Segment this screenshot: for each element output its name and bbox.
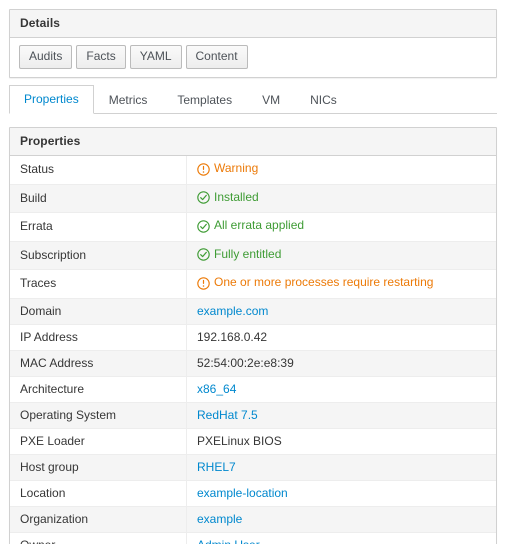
property-key: Build [10,184,187,213]
property-value-cell: Fully entitled [186,241,496,270]
properties-table: Status Warning Build Installed Errata All err… [10,156,496,544]
property-value-cell: Warning [186,156,496,185]
status-label: Fully entitled [214,246,282,261]
status-label: All errata applied [214,218,305,232]
property-value-cell: RedHat 7.5 [186,402,496,429]
property-value-cell: Installed [186,184,496,213]
table-row: Operating System RedHat 7.5 [10,402,496,429]
exclamation-circle-icon [197,276,210,290]
table-row: Subscription Fully entitled [10,241,496,270]
table-row: Domain example.com [10,298,496,325]
status-badge: One or more processes require restarting [197,274,433,290]
status-badge: All errata applied [197,217,304,233]
property-link[interactable]: example [197,512,242,526]
table-row: Organization example [10,506,496,533]
property-link[interactable]: RedHat 7.5 [197,408,258,422]
property-value-cell: All errata applied [186,212,496,242]
detail-tabs: Properties Metrics Templates VM NICs [9,85,497,114]
table-row: Architecture x86_64 [10,376,496,403]
details-panel-body: Audits Facts YAML Content [10,38,496,77]
table-row: Location example-location [10,480,496,507]
table-row: Host group RHEL7 [10,454,496,481]
table-row: MAC Address 52:54:00:2e:e8:39 [10,350,496,377]
property-key: Domain [10,298,187,325]
property-value: 52:54:00:2e:e8:39 [197,355,294,370]
property-key: IP Address [10,324,187,351]
property-link[interactable]: example.com [197,304,268,318]
table-row: Traces One or more processes require rest… [10,269,496,299]
property-value-cell: example.com [186,298,496,325]
status-badge: Installed [197,189,259,205]
page-root: Details Audits Facts YAML Content Proper… [0,0,506,544]
exclamation-circle-icon [197,162,210,176]
property-value-cell: PXELinux BIOS [186,428,496,455]
property-value-cell: Admin User [187,532,497,544]
property-value-cell: example [186,506,496,533]
property-key: Status [10,156,187,185]
property-key: Operating System [10,402,187,429]
properties-panel: Properties Status Warning Build Installed Er… [9,127,497,544]
property-link[interactable]: RHEL7 [197,460,236,474]
property-key: Host group [10,454,187,481]
table-row: Errata All errata applied [10,212,496,242]
property-value-cell: 52:54:00:2e:e8:39 [186,350,496,377]
property-key: Subscription [10,241,187,270]
status-label: Warning [214,161,259,175]
status-label: Installed [214,189,259,204]
facts-button[interactable]: Facts [76,45,126,69]
tab-properties[interactable]: Properties [9,85,94,114]
tab-templates[interactable]: Templates [162,86,247,114]
property-value-cell: x86_64 [186,376,496,403]
property-value-cell: RHEL7 [186,454,496,481]
yaml-button[interactable]: YAML [129,45,182,69]
content-button[interactable]: Content [185,45,248,69]
details-action-button-group: Audits Facts YAML Content [19,45,487,69]
property-key: MAC Address [10,350,187,377]
table-row: Build Installed [10,184,496,213]
property-value: 192.168.0.42 [197,329,268,344]
property-value-cell: example-location [186,480,496,507]
table-row: Owner Admin User [10,532,496,544]
check-circle-icon [197,219,210,233]
tab-vm[interactable]: VM [247,86,295,114]
property-value: PXELinux BIOS [197,433,282,448]
property-link[interactable]: x86_64 [197,382,236,396]
property-value-cell: One or more processes require restarting [186,269,496,299]
tab-nics[interactable]: NICs [295,86,352,114]
property-key: Traces [10,269,187,299]
status-badge: Warning [197,160,258,176]
details-panel: Details Audits Facts YAML Content [9,9,497,78]
property-link[interactable]: Admin User [197,538,260,544]
details-panel-header: Details [10,10,496,38]
property-key: Errata [10,212,187,242]
details-panel-title: Details [20,16,61,30]
table-row: IP Address 192.168.0.42 [10,324,496,351]
audits-button[interactable]: Audits [19,45,73,69]
properties-panel-title: Properties [20,134,81,148]
table-row: PXE Loader PXELinux BIOS [10,428,496,455]
properties-panel-header: Properties [10,128,496,156]
status-badge: Fully entitled [197,246,281,262]
check-circle-icon [197,191,210,204]
property-key: Location [10,480,187,507]
tab-metrics[interactable]: Metrics [94,86,163,114]
property-value-cell: 192.168.0.42 [186,324,496,351]
property-key: PXE Loader [10,428,187,455]
property-link[interactable]: example-location [197,486,288,500]
check-circle-icon [197,248,210,261]
status-label: One or more processes require restarting [214,275,434,289]
table-row: Status Warning [10,156,496,185]
property-key: Owner [10,532,187,544]
property-key: Organization [10,506,187,533]
property-key: Architecture [10,376,187,403]
